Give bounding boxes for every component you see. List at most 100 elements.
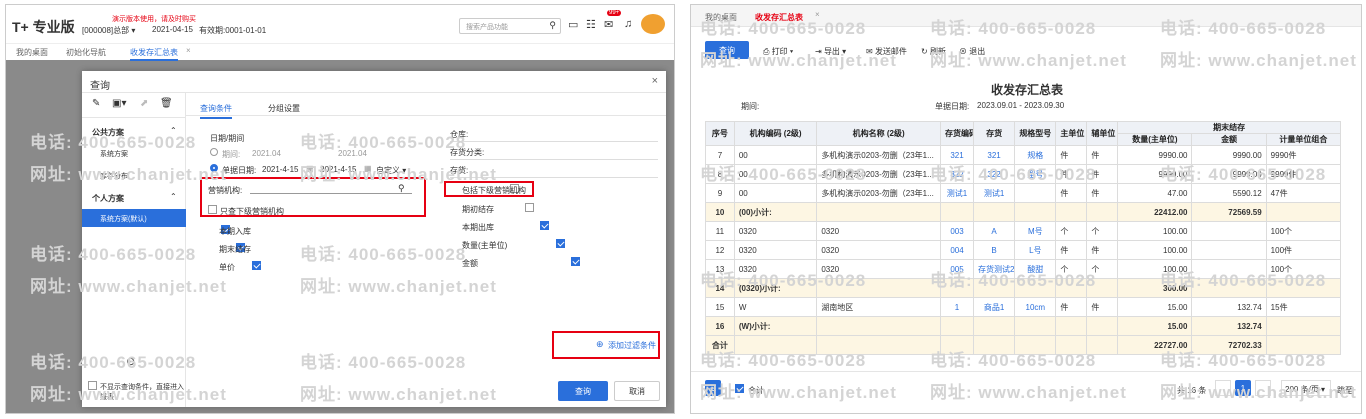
tab-init-nav[interactable]: 初始化导航 xyxy=(66,47,106,58)
table-row[interactable]: 12 0320 0320 004 B L号件件 100.00 100件 xyxy=(705,240,1342,260)
column-settings-button[interactable]: ☰ xyxy=(705,380,721,396)
table-cell-ic[interactable]: 测试1 xyxy=(940,183,974,203)
table-row[interactable]: 7 00 多机构演示0203-勿删（23年1... 321 321 规格件件 9990.00… xyxy=(705,145,1342,165)
search-input[interactable]: 搜索产品功能 xyxy=(466,22,508,32)
prev-page-button[interactable] xyxy=(1215,380,1231,396)
cancel-button[interactable]: 取消 xyxy=(614,381,660,401)
table-row[interactable]: 8 00 多机构演示0203-勿删（23年1... 322 322 型号件件 9999.00… xyxy=(705,164,1342,184)
inventory-input[interactable] xyxy=(450,177,658,178)
tab-desktop[interactable]: 我的桌面 xyxy=(16,47,48,58)
close-icon[interactable]: × xyxy=(186,46,191,55)
public-scheme-header[interactable]: 公共方案 xyxy=(92,127,124,138)
table-cell-inv[interactable]: 测试1 xyxy=(972,183,1016,203)
message-icon[interactable]: ✉ xyxy=(604,18,613,31)
total-checkbox[interactable] xyxy=(735,384,744,394)
edit-icon[interactable]: ✎ xyxy=(92,98,100,109)
table-cell-spec[interactable]: 10cm xyxy=(1014,297,1057,317)
table-cell-inv[interactable]: 322 xyxy=(972,164,1016,184)
table-row[interactable]: 9 00 多机构演示0203-勿删（23年1... 测试1 测试1 件件 47.00 5590… xyxy=(705,183,1342,203)
no-show-checkbox[interactable] xyxy=(88,381,97,391)
calendar-icon[interactable]: ▦ xyxy=(306,164,314,173)
docdate-to[interactable]: 2021-4-15 xyxy=(320,165,356,174)
tab-desktop[interactable]: 我的桌面 xyxy=(705,12,737,23)
close-icon[interactable]: × xyxy=(652,75,658,87)
export-button[interactable]: ⇥ 导出 ▾ xyxy=(815,46,846,57)
only-sub-org-checkbox[interactable] xyxy=(208,205,217,215)
table-cell-ic[interactable]: 003 xyxy=(940,221,974,241)
add-filter-link[interactable]: 添加过滤条件 xyxy=(608,340,656,351)
table-cell-inv[interactable]: A xyxy=(972,221,1016,241)
calendar-icon[interactable]: ▦ xyxy=(364,164,372,173)
table-cell-inv[interactable]: 存货测试2 xyxy=(972,259,1016,279)
table-cell-ic[interactable]: 322 xyxy=(940,164,974,184)
calc-icon[interactable]: ☷ xyxy=(586,18,596,31)
period-from[interactable]: 2021.04 xyxy=(252,149,281,158)
refresh-button[interactable]: ↻ 刷新 xyxy=(921,46,946,57)
search-icon[interactable]: ⚲ xyxy=(398,183,405,194)
add-filter-icon[interactable]: ⊕ xyxy=(596,339,604,350)
table-cell-ic[interactable]: 321 xyxy=(940,145,974,165)
chevron-up-icon[interactable]: ⌃ xyxy=(170,126,177,135)
docdate-radio[interactable] xyxy=(210,164,218,172)
custom-select[interactable]: 自定义 ▾ xyxy=(376,165,406,176)
table-cell-inv[interactable]: 商品1 xyxy=(972,297,1016,317)
search-icon[interactable]: ⚲ xyxy=(549,20,556,31)
chevron-up-icon[interactable]: ⌃ xyxy=(170,192,177,201)
avatar[interactable] xyxy=(641,14,665,34)
check-price[interactable] xyxy=(251,261,261,271)
tab-summary[interactable]: 收发存汇总表 xyxy=(755,12,803,23)
period-radio[interactable] xyxy=(210,148,218,156)
table-row[interactable]: 15 W 湖南地区 1 商品1 10cm 件件 15.00 132.74 15件 xyxy=(705,297,1342,317)
table-row[interactable]: 16 (W)小计: 15.00 132.74 xyxy=(705,316,1342,336)
company-select[interactable]: [000008]总部 ▾ xyxy=(82,25,135,36)
scheme-item-default[interactable]: 系统方案(默认) xyxy=(82,209,186,227)
table-row[interactable]: 10 (00)小计: 22412.00 72569.59 xyxy=(705,202,1342,222)
org-input[interactable] xyxy=(250,193,412,194)
page-current[interactable]: 1 xyxy=(1235,380,1251,396)
tab-summary[interactable]: 收发存汇总表 xyxy=(130,47,178,61)
period-to[interactable]: 2021.04 xyxy=(338,149,367,158)
tab-group-settings[interactable]: 分组设置 xyxy=(268,103,300,114)
docdate-from[interactable]: 2021-4-15 xyxy=(262,165,298,174)
scheme-item[interactable]: 库存分布 xyxy=(100,171,128,181)
table-cell-spec[interactable]: 酸甜 xyxy=(1014,259,1057,279)
table-row[interactable]: 合计 22727.00 72702.33 xyxy=(705,335,1342,355)
table-cell-ic[interactable]: 005 xyxy=(940,259,974,279)
warehouse-input[interactable] xyxy=(450,141,658,142)
query-button[interactable]: 查询 xyxy=(705,41,749,59)
table-cell-spec[interactable]: 型号 xyxy=(1014,164,1057,184)
email-button[interactable]: ✉ 发送邮件 xyxy=(866,46,907,57)
close-icon[interactable]: × xyxy=(815,10,820,19)
print-button[interactable]: ⎙ 打印 ▾ xyxy=(763,46,793,57)
check-outbound[interactable] xyxy=(540,221,550,231)
table-row[interactable]: 14 (0320)小计: 300.00 xyxy=(705,278,1342,298)
check-qty[interactable] xyxy=(555,239,565,249)
table-row[interactable]: 11 0320 0320 003 A M号个个 100.00 100个 xyxy=(705,221,1342,241)
export-icon[interactable]: ⬈ xyxy=(140,98,148,109)
table-cell-spec[interactable]: L号 xyxy=(1014,240,1057,260)
exit-button[interactable]: ⊗ 退出 xyxy=(959,46,985,57)
table-cell-on xyxy=(816,278,941,298)
bell-icon[interactable]: ♫ xyxy=(624,18,632,30)
window-icon[interactable]: ▭ xyxy=(568,18,578,31)
table-cell-ic[interactable]: 004 xyxy=(940,240,974,260)
table-cell-ic[interactable]: 1 xyxy=(940,297,974,317)
table-cell-inv[interactable]: 321 xyxy=(972,145,1016,165)
personal-scheme-header[interactable]: 个人方案 xyxy=(92,193,124,204)
inv-class-input[interactable] xyxy=(450,159,658,160)
table-cell-spec[interactable]: M号 xyxy=(1014,221,1057,241)
next-page-button[interactable] xyxy=(1255,380,1271,396)
page-size-select[interactable]: 200 条/页 ▾ xyxy=(1281,380,1331,396)
save-icon[interactable]: ▣▾ xyxy=(112,98,126,109)
check-amount[interactable] xyxy=(570,257,580,267)
scheme-item[interactable]: 系统方案 xyxy=(100,149,128,159)
table-row[interactable]: 13 0320 0320 005 存货测试2 酸甜个个 100.00 100个 xyxy=(705,259,1342,279)
delete-icon[interactable]: 🗑 xyxy=(160,98,173,109)
tab-query-conditions[interactable]: 查询条件 xyxy=(200,103,232,119)
query-button[interactable]: 查询 xyxy=(558,381,608,401)
table-cell-spec[interactable]: 规格 xyxy=(1014,145,1057,165)
search-box[interactable]: 搜索产品功能 ⚲ xyxy=(459,18,561,34)
check-opening[interactable] xyxy=(525,203,535,213)
collapse-icon[interactable]: ⊙ xyxy=(126,355,135,368)
table-cell-inv[interactable]: B xyxy=(972,240,1016,260)
